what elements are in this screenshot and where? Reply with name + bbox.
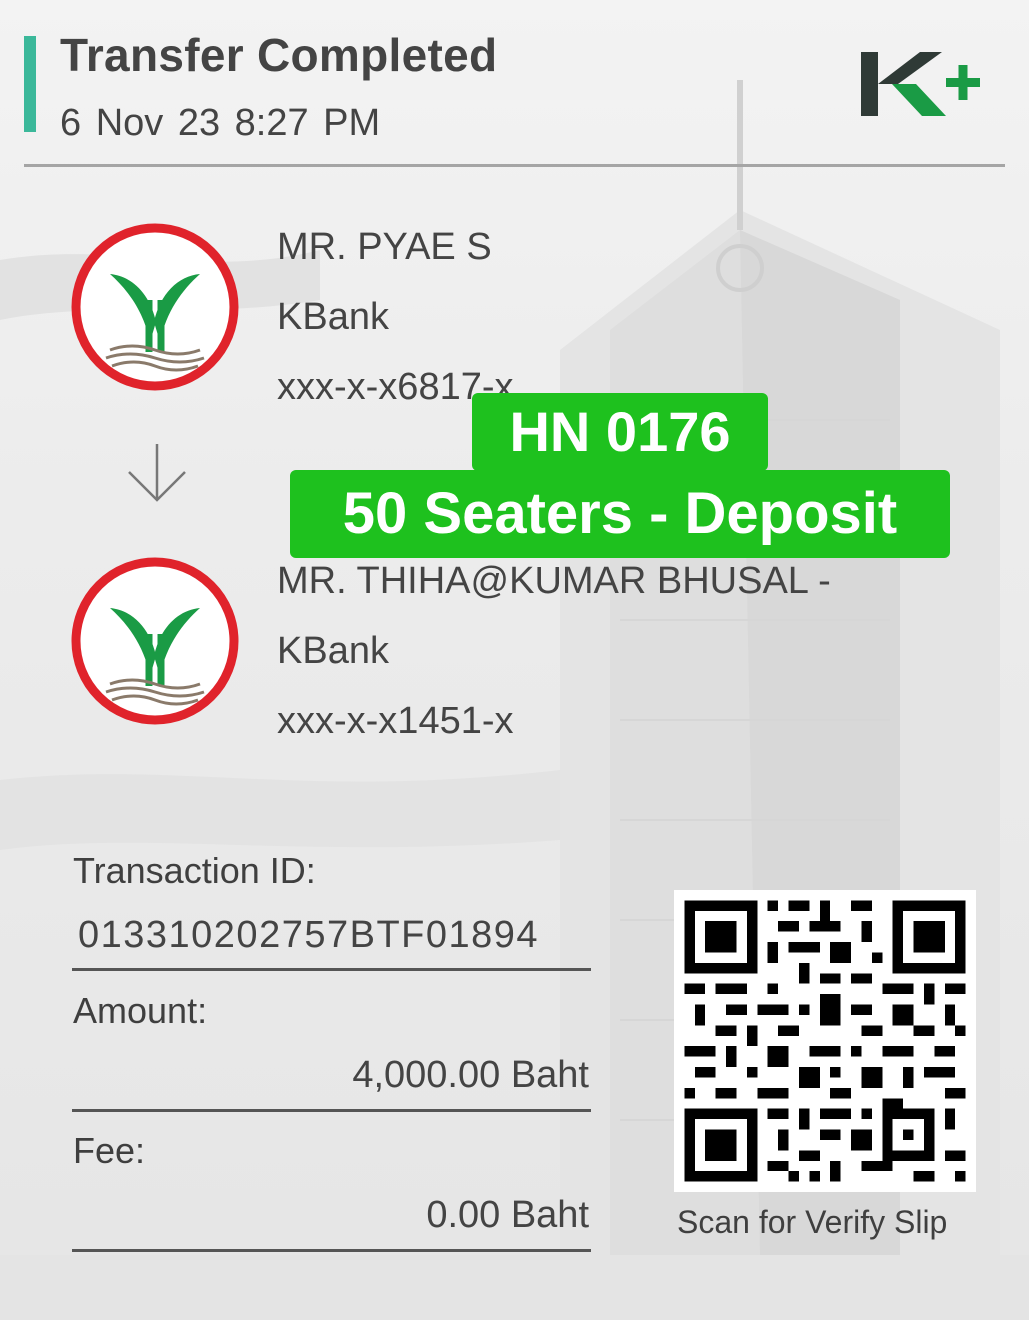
sender-name: MR. PYAE S xyxy=(277,226,492,268)
accent-bar xyxy=(24,36,36,132)
qr-pattern xyxy=(684,900,966,1182)
fee-label: Fee: xyxy=(73,1130,146,1171)
overlay-tag-note: 50 Seaters - Deposit xyxy=(290,470,950,558)
transaction-id-value: 013310202757BTF01894 xyxy=(78,914,540,956)
receiver-kbank-logo xyxy=(71,557,239,725)
receiver-bank: KBank xyxy=(277,630,389,672)
header-divider xyxy=(24,164,1005,167)
receiver-name: MR. THIHA@KUMAR BHUSAL - xyxy=(277,560,831,602)
amount-label: Amount: xyxy=(73,990,208,1031)
kplus-logo xyxy=(861,52,980,116)
transaction-id-divider xyxy=(72,968,591,971)
arrow-down-icon xyxy=(128,444,186,502)
receiver-account: xxx-x-x1451-x xyxy=(277,700,514,742)
qr-caption: Scan for Verify Slip xyxy=(677,1204,948,1240)
sender-bank: KBank xyxy=(277,296,389,338)
amount-divider xyxy=(72,1109,591,1112)
amount-value: 4,000.00 Baht xyxy=(352,1054,589,1096)
transfer-datetime: 6 Nov 23 8:27 PM xyxy=(60,102,381,144)
sender-kbank-logo xyxy=(71,223,239,391)
page-title: Transfer Completed xyxy=(60,29,498,81)
transfer-slip: Transfer Completed 6 Nov 23 8:27 PM MR. … xyxy=(0,0,1029,1255)
verify-qr-code[interactable] xyxy=(674,890,976,1192)
overlay-tag-reference: HN 0176 xyxy=(472,393,768,471)
fee-divider xyxy=(72,1249,591,1252)
bottom-band xyxy=(0,1255,1029,1320)
fee-value: 0.00 Baht xyxy=(426,1194,589,1236)
transaction-id-label: Transaction ID: xyxy=(73,850,316,891)
